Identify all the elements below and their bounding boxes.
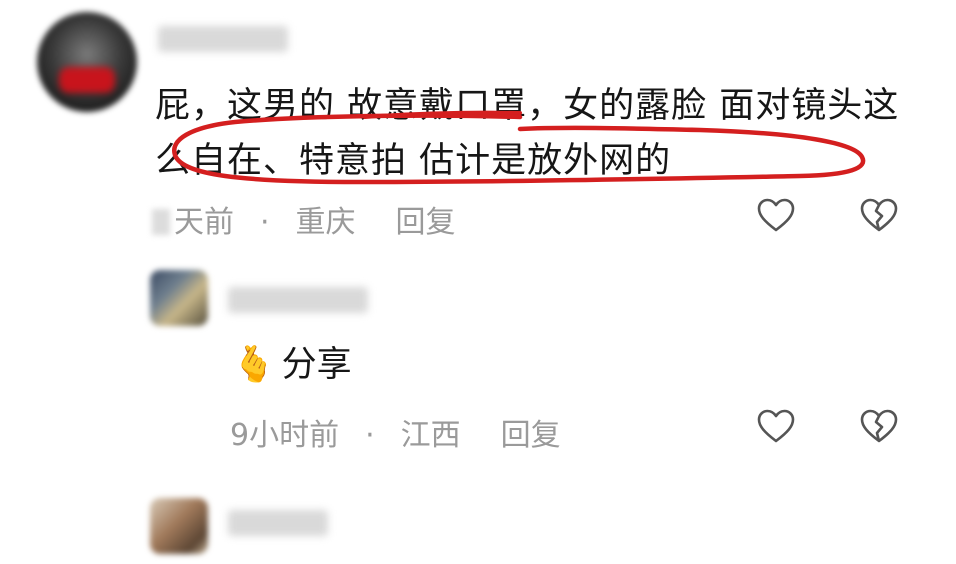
broken-heart-icon[interactable] — [859, 407, 899, 447]
comment-meta: 天前 · 重庆 回复 — [152, 197, 456, 241]
next-comment-avatar[interactable] — [150, 498, 208, 554]
reply-button[interactable]: 回复 — [396, 197, 456, 241]
meta-separator: · — [365, 418, 375, 453]
reply-avatar[interactable] — [150, 270, 208, 326]
reply-text-row: 🫰 分享 — [232, 336, 352, 387]
reply-meta: 9小时前 · 江西 回复 — [230, 410, 561, 454]
reply-button[interactable]: 回复 — [501, 410, 561, 454]
reply-location: 江西 — [400, 418, 461, 453]
hand-heart-emoji: 🫰 — [232, 345, 276, 385]
avatar[interactable] — [37, 12, 137, 112]
comment-location: 重庆 — [295, 205, 356, 240]
comment-text: 屁，这男的 故意戴口罩，女的露脸 面对镜头这么自在、特意拍 估计是放外网的 — [155, 86, 900, 181]
reply-time: 9小时前 — [230, 418, 340, 453]
like-icon[interactable] — [756, 407, 796, 447]
username-blurred[interactable] — [158, 26, 288, 52]
reply-text: 分享 — [281, 345, 352, 385]
meta-separator: · — [260, 205, 270, 240]
comment-time: 天前 — [152, 197, 234, 241]
broken-heart-icon[interactable] — [859, 196, 899, 236]
reply-username-blurred[interactable] — [228, 287, 368, 313]
like-icon[interactable] — [756, 196, 796, 236]
next-username-blurred[interactable] — [228, 510, 328, 536]
